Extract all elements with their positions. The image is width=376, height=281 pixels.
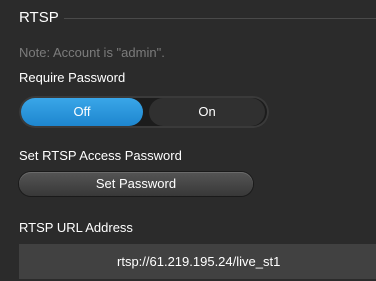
section-divider bbox=[64, 18, 376, 19]
rtsp-url-field[interactable]: rtsp://61.219.195.24/live_st1 bbox=[19, 244, 376, 279]
require-password-toggle: Off On bbox=[19, 96, 269, 128]
set-password-button[interactable]: Set Password bbox=[19, 172, 253, 196]
rtsp-url-label: RTSP URL Address bbox=[19, 220, 133, 235]
account-note: Note: Account is "admin". bbox=[19, 45, 165, 60]
rtsp-section-header: RTSP bbox=[0, 8, 376, 28]
toggle-off-option[interactable]: Off bbox=[21, 98, 143, 126]
toggle-on-option[interactable]: On bbox=[149, 98, 265, 126]
access-password-label: Set RTSP Access Password bbox=[19, 148, 182, 163]
section-title: RTSP bbox=[19, 9, 59, 26]
rtsp-url-value: rtsp://61.219.195.24/live_st1 bbox=[117, 254, 281, 269]
require-password-label: Require Password bbox=[19, 70, 126, 85]
